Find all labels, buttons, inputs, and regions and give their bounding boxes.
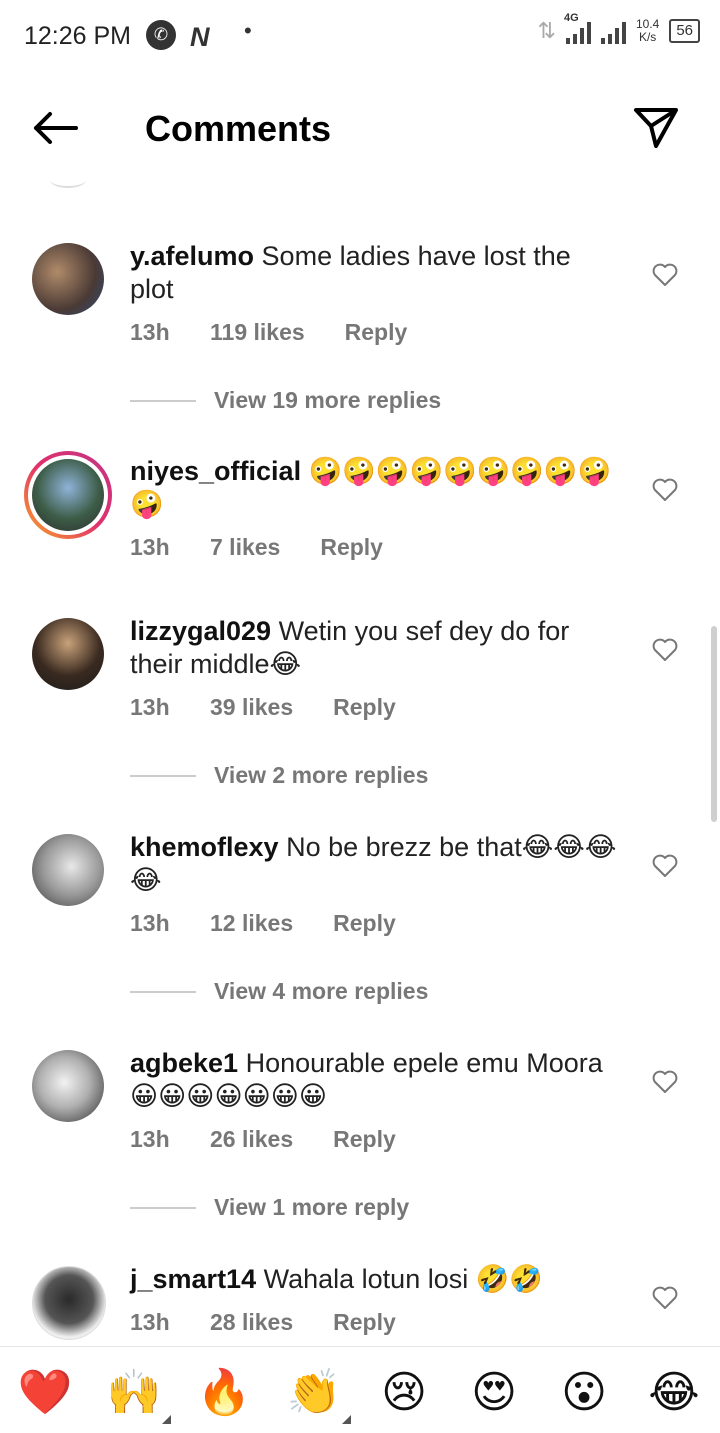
comment-meta: 13h 7 likes Reply [130, 534, 383, 561]
comment-likes[interactable]: 119 likes [210, 319, 305, 346]
page-title: Comments [145, 108, 332, 149]
battery-level: 56 [676, 22, 693, 39]
comment-likes[interactable]: 39 likes [210, 694, 293, 721]
comment-meta: 13h 119 likes Reply [130, 319, 407, 346]
comment-body: y.afelumo Some ladies have lost the plot [130, 240, 620, 306]
network-speed: 10.4 K/s [636, 18, 659, 44]
emoji-quick-bar: ❤️ 🙌 🔥 👏 😢 😍 😮 😂 [0, 1346, 720, 1433]
scrollbar[interactable] [711, 626, 717, 822]
comment-meta: 13h 26 likes Reply [130, 1126, 396, 1153]
red-heart-emoji-button[interactable]: ❤️ [15, 1367, 75, 1419]
reply-button[interactable]: Reply [333, 910, 396, 937]
divider-line [130, 399, 196, 402]
whatsapp-icon: ✆ [146, 20, 176, 50]
status-right: ⇅ 4G 10.4 K/s 56 [537, 12, 700, 44]
comment-meta: 13h 28 likes Reply [130, 1309, 396, 1336]
comment-body: agbeke1 Honourable epele emu Moora 😀😀😀😀😀… [130, 1047, 620, 1113]
comment-username[interactable]: y.afelumo [130, 241, 254, 271]
status-bar: 12:26 PM ✆ N • ⇅ 4G 10.4 K/s 56 [0, 0, 720, 72]
clapping-hands-emoji-button[interactable]: 👏 [284, 1367, 344, 1419]
fire-emoji-button[interactable]: 🔥 [194, 1367, 254, 1419]
comment-body: khemoflexy No be brezz be that😂😂😂😂 [130, 831, 620, 897]
divider-line [130, 990, 196, 993]
battery-icon: 56 [669, 19, 700, 43]
comment-username[interactable]: khemoflexy [130, 832, 279, 862]
view-more-replies-label[interactable]: View 2 more replies [214, 762, 428, 789]
reply-button[interactable]: Reply [333, 1309, 396, 1336]
comment-body: lizzygal029 Wetin you sef dey do for the… [130, 615, 620, 681]
view-more-replies-label[interactable]: View 4 more replies [214, 978, 428, 1005]
more-notifications-dot-icon: • [244, 18, 252, 43]
comment-meta: 13h 39 likes Reply [130, 694, 396, 721]
tears-of-joy-emoji-button[interactable]: 😂 [644, 1367, 704, 1419]
previous-avatar-edge [50, 172, 86, 188]
notification-n-icon: N [190, 22, 210, 52]
avatar [32, 459, 104, 531]
view-more-replies-label[interactable]: View 1 more reply [214, 1194, 409, 1221]
surprised-face-emoji-button[interactable]: 😮 [554, 1367, 614, 1419]
comment-likes[interactable]: 28 likes [210, 1309, 293, 1336]
comment-body: niyes_official 🤪🤪🤪🤪🤪🤪🤪🤪🤪🤪 [130, 455, 620, 521]
comment-likes[interactable]: 7 likes [210, 534, 280, 561]
comment-time: 13h [130, 534, 170, 560]
skin-tone-indicator-icon [342, 1415, 351, 1424]
comment-body: j_smart14 Wahala lotun losi 🤣🤣 [130, 1263, 620, 1296]
like-heart-icon[interactable] [652, 638, 678, 662]
comment-likes[interactable]: 12 likes [210, 910, 293, 937]
raising-hands-emoji-button[interactable]: 🙌 [104, 1367, 164, 1419]
back-arrow-icon[interactable] [30, 108, 80, 148]
comment-time: 13h [130, 319, 170, 345]
status-time: 12:26 PM [24, 22, 132, 50]
comment-time: 13h [130, 910, 170, 936]
skin-tone-indicator-icon [162, 1415, 171, 1424]
comment-time: 13h [130, 1126, 170, 1152]
network-type: 4G [563, 12, 579, 24]
like-heart-icon[interactable] [652, 478, 678, 502]
divider-line [130, 1206, 196, 1209]
avatar[interactable] [32, 834, 104, 906]
avatar[interactable] [32, 1050, 104, 1122]
crying-face-emoji-button[interactable]: 😢 [374, 1367, 434, 1419]
view-more-replies-label[interactable]: View 19 more replies [214, 387, 441, 414]
view-more-replies[interactable]: View 4 more replies [130, 978, 428, 1005]
comment-time: 13h [130, 1309, 170, 1335]
reply-button[interactable]: Reply [333, 1126, 396, 1153]
avatar[interactable] [32, 243, 104, 315]
like-heart-icon[interactable] [652, 1070, 678, 1094]
speed-unit: K/s [638, 30, 657, 44]
reply-button[interactable]: Reply [320, 534, 383, 561]
comment-time: 13h [130, 694, 170, 720]
data-arrows-icon: ⇅ [537, 18, 556, 43]
signal-icon-2 [600, 18, 626, 44]
comment-username[interactable]: niyes_official [130, 456, 301, 486]
story-ring-gap [28, 455, 108, 535]
avatar-story-ring[interactable] [24, 451, 112, 539]
comment-username[interactable]: lizzygal029 [130, 616, 271, 646]
divider-line [130, 774, 196, 777]
reply-button[interactable]: Reply [345, 319, 408, 346]
reply-button[interactable]: Reply [333, 694, 396, 721]
comments-header: Comments [0, 80, 720, 180]
like-heart-icon[interactable] [652, 854, 678, 878]
view-more-replies[interactable]: View 1 more reply [130, 1194, 409, 1221]
comment-username[interactable]: agbeke1 [130, 1048, 238, 1078]
heart-eyes-emoji-button[interactable]: 😍 [464, 1367, 524, 1419]
send-direct-icon[interactable] [632, 106, 680, 150]
view-more-replies[interactable]: View 19 more replies [130, 387, 441, 414]
like-heart-icon[interactable] [652, 263, 678, 287]
like-heart-icon[interactable] [652, 1286, 678, 1310]
avatar[interactable] [32, 618, 104, 690]
comment-meta: 13h 12 likes Reply [130, 910, 396, 937]
comment-username[interactable]: j_smart14 [130, 1264, 256, 1294]
avatar[interactable] [32, 1266, 106, 1340]
signal-icon: 4G [564, 12, 591, 44]
comment-likes[interactable]: 26 likes [210, 1126, 293, 1153]
view-more-replies[interactable]: View 2 more replies [130, 762, 428, 789]
comment-text: Wahala lotun losi 🤣🤣 [263, 1264, 543, 1294]
